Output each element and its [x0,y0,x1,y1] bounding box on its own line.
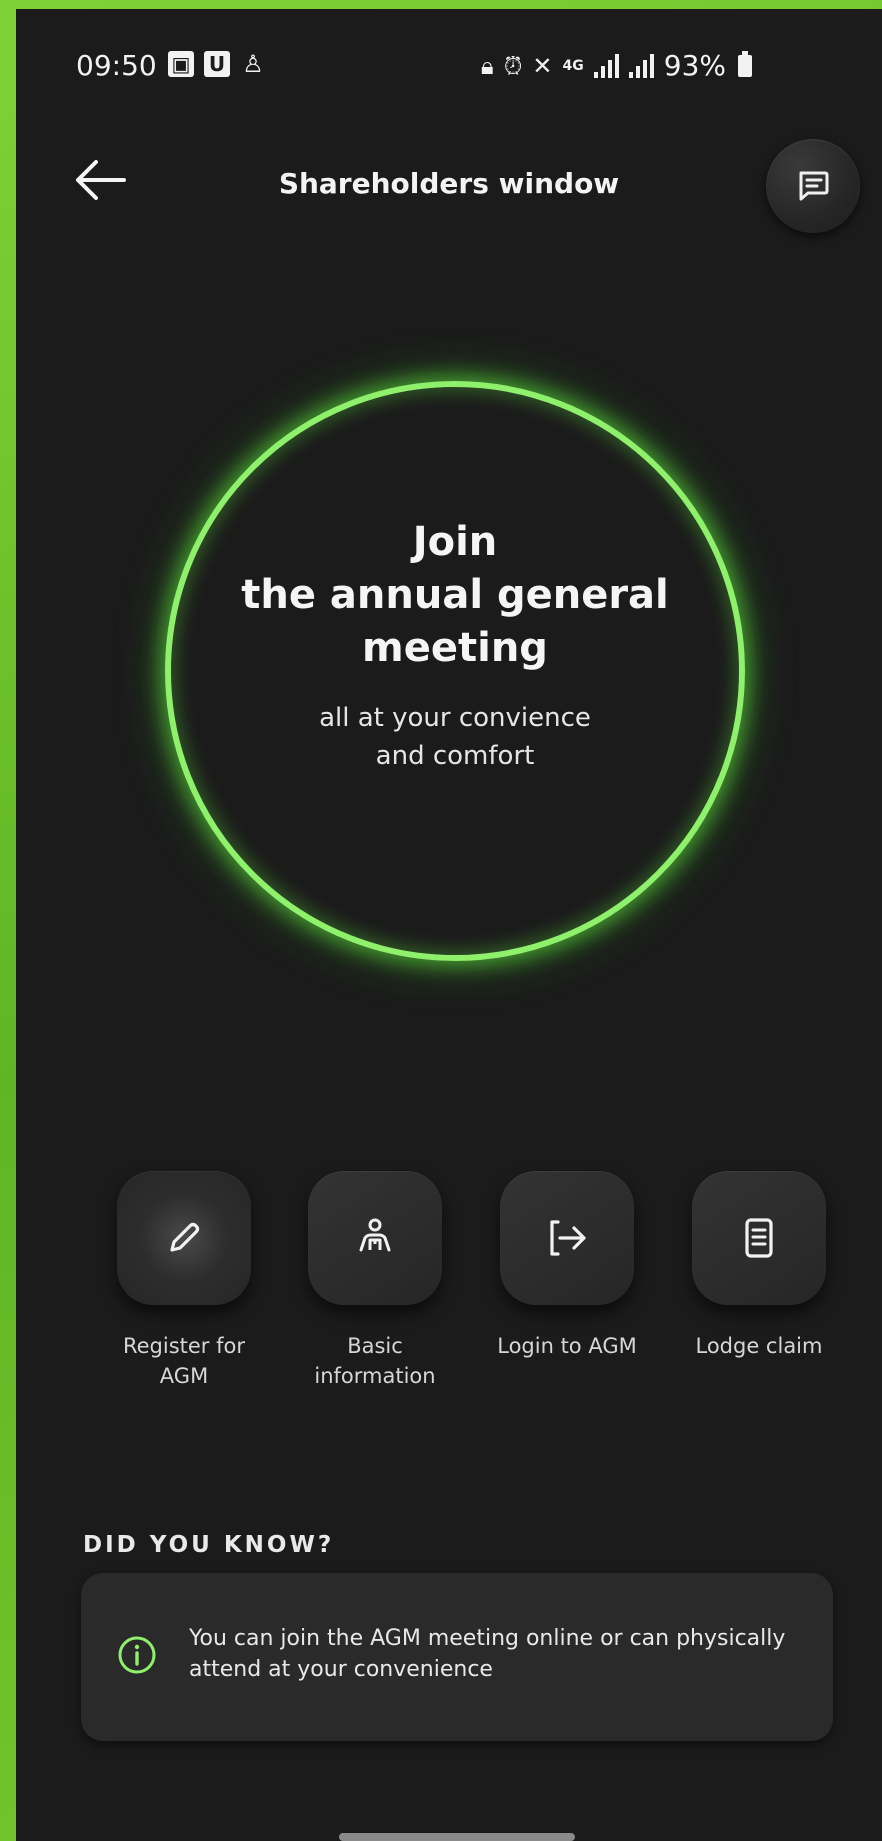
hero-title: Join the annual general meeting [165,516,745,675]
action-label-line: Login to AGM [497,1334,637,1358]
mute-icon: ✕ [532,51,553,80]
person-icon [359,1218,391,1252]
battery-percentage: 93% [663,49,726,82]
info-icon [118,1636,156,1674]
chat-button[interactable] [766,139,860,233]
status-time: 09:50 [76,49,157,82]
status-system-icons: 🔒︎ ⏰︎ ✕ 4G 93% [481,49,752,82]
action-label-line: Basic [347,1334,403,1358]
network-type: 4G [562,57,584,74]
battery-icon [738,50,752,77]
did-you-know-card: You can join the AGM meeting online or c… [81,1573,833,1741]
basic-information-button[interactable]: Basic information [275,1171,475,1391]
did-you-know-heading: DID YOU KNOW? [83,1532,335,1558]
u-app-icon: U [204,51,230,77]
login-to-agm-button[interactable]: Login to AGM [467,1171,667,1361]
chat-icon [799,171,829,201]
hero-subtitle-line-1: all at your convience [319,703,591,733]
pencil-icon [170,1222,200,1252]
signal-icon-2 [628,53,654,78]
action-label-line: Register for [122,1334,245,1358]
status-bar: 09:50 ▣ U ♙ 🔒︎ ⏰︎ ✕ 4G 93% [16,49,882,89]
action-tile [500,1171,634,1305]
hero-title-line-2: the annual general [241,572,669,618]
action-label: Lodge claim [659,1331,859,1361]
signal-icon [593,53,619,78]
action-label: Login to AGM [467,1331,667,1361]
login-icon [550,1220,586,1256]
person-walking-icon: ♙ [242,50,264,78]
lock-icon: 🔒︎ [480,51,494,80]
action-label: Basic information [275,1331,475,1391]
gallery-icon: ▣ [168,51,194,77]
app-screen: 09:50 ▣ U ♙ 🔒︎ ⏰︎ ✕ 4G 93% Shareholders … [16,9,882,1841]
register-for-agm-button[interactable]: Register for AGM [84,1171,284,1391]
action-label: Register for AGM [84,1331,284,1391]
hero-title-line-1: Join [412,519,498,565]
hero-subtitle-line-2: and comfort [375,741,535,771]
action-label-line: information [314,1364,436,1388]
lodge-claim-button[interactable]: Lodge claim [659,1171,859,1361]
hero-subtitle: all at your convience and comfort [165,699,745,775]
action-label-line: Lodge claim [695,1334,823,1358]
home-indicator[interactable] [339,1833,575,1841]
action-tile [308,1171,442,1305]
did-you-know-text: You can join the AGM meeting online or c… [189,1626,786,1682]
action-label-line: AGM [159,1364,209,1388]
alarm-icon: ⏰︎ [503,51,523,80]
action-tile [692,1171,826,1305]
status-notification-icons: ▣ U ♙ [168,51,266,77]
hero-title-line-3: meeting [362,625,548,671]
action-tile [117,1171,251,1305]
page-title: Shareholders window [278,167,620,200]
document-icon [745,1218,773,1258]
